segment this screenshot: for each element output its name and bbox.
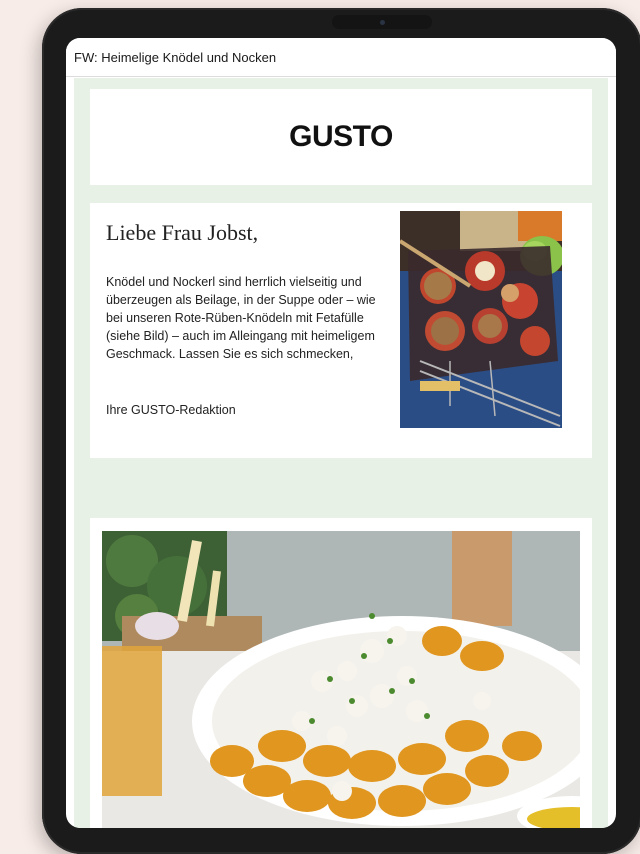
email-subject: FW: Heimelige Knödel und Nocken (74, 49, 277, 65)
email-body[interactable]: GUSTO Liebe Frau Jobst, Knödel und Nocke… (74, 78, 608, 828)
recipe-nocken-image[interactable] (102, 531, 580, 828)
email-title-bar: FW: Heimelige Knödel und Nocken (66, 38, 616, 77)
camera-lens (379, 19, 385, 25)
intro-paragraph: Knödel und Nockerl sind herrlich vielsei… (106, 275, 376, 361)
intro-section: Liebe Frau Jobst, Knödel und Nockerl sin… (90, 203, 592, 458)
signoff-text: Ihre GUSTO-Redaktion (106, 403, 236, 417)
recipe-teaser (90, 518, 592, 828)
brand-header: GUSTO (90, 89, 592, 185)
tablet-device: FW: Heimelige Knödel und Nocken GUSTO Li… (42, 8, 640, 854)
brand-logo[interactable]: GUSTO (289, 120, 393, 154)
camera-notch (332, 15, 432, 29)
greeting-heading: Liebe Frau Jobst, (106, 220, 259, 245)
intro-dumplings-image[interactable] (400, 211, 562, 428)
tablet-screen: FW: Heimelige Knödel und Nocken GUSTO Li… (66, 38, 616, 828)
